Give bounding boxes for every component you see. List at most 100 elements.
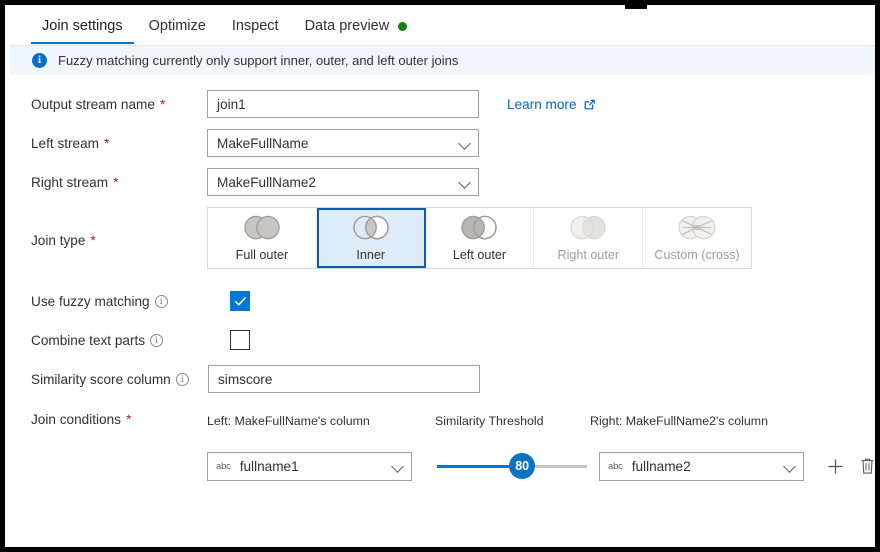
join-type-option-left-outer[interactable]: Left outer — [426, 208, 535, 268]
type-badge-abc-icon: abc — [216, 460, 231, 472]
join-type-option-left-outer-label: Left outer — [452, 248, 507, 262]
add-condition-button[interactable] — [826, 456, 844, 476]
row-similarity-score-column: Similarity score column i simscore — [10, 365, 875, 393]
join-conditions-column-headers: Left: MakeFullName's column Similarity T… — [207, 411, 810, 428]
left-column-value: fullname1 — [239, 458, 299, 474]
chevron-down-icon — [458, 176, 471, 189]
required-marker: * — [104, 135, 110, 151]
left-stream-select[interactable]: MakeFullName — [207, 129, 479, 157]
tab-bar: Join settings Optimize Inspect Data prev… — [10, 10, 875, 46]
delete-condition-button[interactable] — [858, 456, 875, 476]
right-stream-value: MakeFullName2 — [217, 174, 316, 190]
use-fuzzy-matching-checkbox[interactable] — [230, 291, 250, 311]
tab-data-preview[interactable]: Data preview — [292, 10, 421, 44]
join-type-option-inner[interactable]: Inner — [316, 208, 426, 268]
join-type-option-full-outer[interactable]: Full outer — [208, 208, 317, 268]
right-column-select[interactable]: abc fullname2 — [599, 451, 804, 481]
check-icon — [234, 296, 246, 306]
tab-optimize[interactable]: Optimize — [136, 10, 219, 44]
similarity-threshold-slider[interactable]: 80 — [437, 451, 587, 481]
join-type-option-full-outer-label: Full outer — [235, 248, 289, 262]
tab-inspect-label: Inspect — [231, 18, 279, 34]
window-top-notch — [625, 5, 647, 9]
similarity-score-column-input[interactable]: simscore — [208, 365, 480, 393]
venn-cross-icon — [675, 214, 719, 246]
learn-more-link[interactable]: Learn more — [507, 97, 596, 112]
venn-right-outer-icon — [566, 214, 610, 246]
join-type-option-custom-cross-label: Custom (cross) — [654, 248, 740, 262]
external-link-icon — [583, 98, 596, 111]
join-type-group: Full outer Inner Left outer Right outer … — [207, 207, 752, 269]
info-tooltip-icon[interactable]: i — [175, 372, 189, 386]
label-output-stream-name: Output stream name * — [31, 96, 207, 112]
join-type-option-right-outer-label: Right outer — [557, 248, 620, 262]
column-header-right: Right: MakeFullName2's column — [590, 414, 768, 428]
label-similarity-score-column: Similarity score column i — [31, 372, 214, 387]
tab-inspect[interactable]: Inspect — [219, 10, 292, 44]
left-column-select[interactable]: abc fullname1 — [207, 451, 412, 481]
label-use-fuzzy-matching-text: Use fuzzy matching — [31, 293, 150, 309]
column-header-left: Left: MakeFullName's column — [207, 414, 370, 428]
label-join-conditions-text: Join conditions — [31, 411, 121, 427]
required-marker: * — [125, 411, 132, 427]
info-banner-text: Fuzzy matching currently only support in… — [58, 53, 459, 68]
output-stream-name-input[interactable]: join1 — [207, 90, 479, 118]
trash-icon — [861, 458, 873, 474]
required-marker: * — [90, 232, 96, 248]
tab-join-settings-label: Join settings — [42, 18, 123, 34]
label-combine-text-parts: Combine text parts i — [31, 333, 207, 348]
label-left-stream-text: Left stream — [31, 135, 99, 151]
row-join-conditions-header: Join conditions * Left: MakeFullName's c… — [10, 411, 875, 428]
join-type-option-inner-label: Inner — [356, 248, 386, 262]
label-use-fuzzy-matching: Use fuzzy matching i — [31, 294, 207, 309]
column-header-middle: Similarity Threshold — [435, 414, 544, 428]
row-use-fuzzy-matching: Use fuzzy matching i — [10, 287, 875, 315]
join-condition-actions — [826, 456, 875, 476]
plus-icon — [827, 458, 843, 474]
chevron-down-icon — [458, 137, 471, 150]
info-tooltip-icon[interactable]: i — [154, 294, 168, 308]
required-marker: * — [113, 174, 119, 190]
output-stream-name-value: join1 — [217, 96, 246, 112]
left-stream-value: MakeFullName — [217, 135, 309, 151]
required-marker: * — [159, 96, 166, 112]
right-column-value: fullname2 — [631, 458, 691, 474]
type-badge-abc-icon: abc — [608, 460, 623, 472]
label-join-type-text: Join type — [31, 232, 86, 248]
info-icon: i — [32, 53, 47, 68]
label-output-stream-name-text: Output stream name — [31, 96, 155, 112]
info-tooltip-icon[interactable]: i — [150, 333, 164, 347]
row-combine-text-parts: Combine text parts i — [10, 326, 875, 354]
chevron-down-icon — [783, 460, 796, 473]
venn-left-outer-icon — [457, 214, 501, 246]
form-body: Output stream name * join1 Learn more Le… — [10, 76, 875, 481]
info-banner: i Fuzzy matching currently only support … — [10, 46, 875, 76]
label-join-conditions: Join conditions * — [31, 411, 207, 427]
chevron-down-icon — [391, 460, 404, 473]
status-dot-icon — [398, 21, 408, 31]
slider-thumb[interactable]: 80 — [509, 453, 536, 479]
label-right-stream-text: Right stream — [31, 174, 109, 190]
join-condition-row: abc fullname1 80 abc fullname2 — [10, 451, 875, 481]
row-left-stream: Left stream * MakeFullName — [10, 129, 875, 157]
learn-more-label: Learn more — [507, 96, 577, 112]
label-similarity-score-column-text: Similarity score column — [31, 371, 171, 387]
venn-inner-icon — [349, 214, 393, 246]
row-join-type: Join type * Full outer Inner Left outer … — [10, 207, 875, 269]
label-combine-text-parts-text: Combine text parts — [31, 332, 146, 348]
tab-join-settings[interactable]: Join settings — [29, 10, 136, 44]
venn-full-outer-icon — [240, 214, 284, 246]
screenshot-frame: Join settings Optimize Inspect Data prev… — [0, 0, 880, 552]
join-type-option-custom-cross[interactable]: Custom (cross) — [643, 208, 751, 268]
tab-data-preview-label: Data preview — [304, 18, 390, 34]
label-left-stream: Left stream * — [31, 135, 207, 151]
label-right-stream: Right stream * — [31, 174, 207, 190]
row-output-stream-name: Output stream name * join1 Learn more — [10, 90, 875, 118]
join-settings-panel: Join settings Optimize Inspect Data prev… — [10, 10, 875, 547]
combine-text-parts-checkbox[interactable] — [230, 330, 250, 350]
row-right-stream: Right stream * MakeFullName2 — [10, 168, 875, 196]
join-type-option-right-outer[interactable]: Right outer — [534, 208, 644, 268]
label-join-type: Join type * — [31, 207, 207, 269]
right-stream-select[interactable]: MakeFullName2 — [207, 168, 479, 196]
tab-optimize-label: Optimize — [148, 18, 206, 34]
